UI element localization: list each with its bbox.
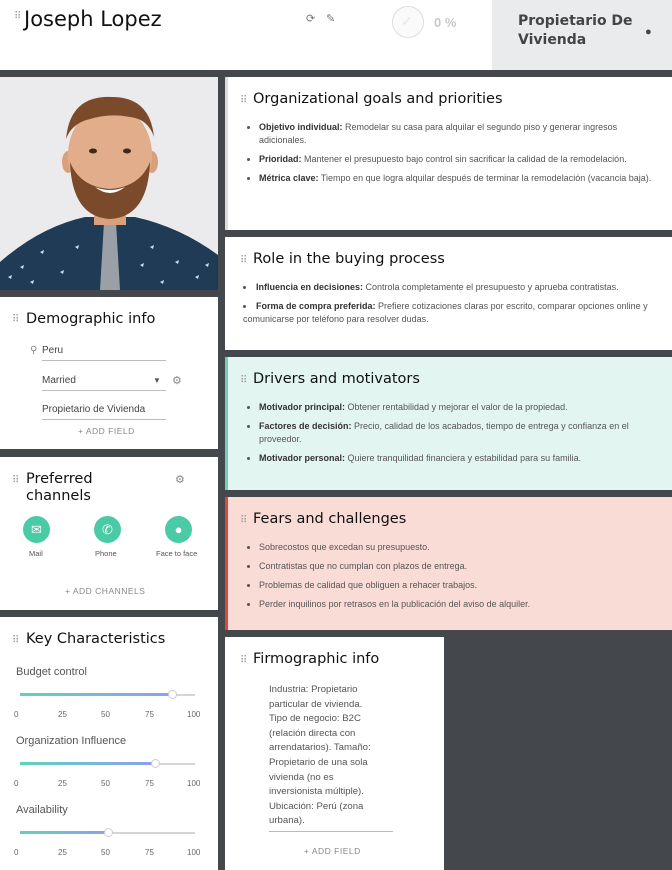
check-icon: ✓ [401,13,413,29]
persona-name[interactable]: Joseph Lopez [24,7,162,31]
gear-icon[interactable]: ⚙ [172,374,182,387]
add-channels-button[interactable]: + ADD CHANNELS [65,586,145,596]
channel-label-phone: Phone [95,549,117,558]
drag-handle-icon[interactable]: ⠿ [240,255,247,266]
persona-photo[interactable] [0,77,218,290]
drivers-list: Motivador principal: Obtener rentabilida… [259,401,654,471]
drag-handle-icon[interactable]: ⠿ [240,95,247,106]
tick-label: 50 [101,848,110,857]
list-item: Forma de compra preferida: Prefiere coti… [243,300,668,326]
slider-handle[interactable] [104,828,113,837]
tick-label: 100 [187,848,201,857]
section-title: Demographic info [26,311,156,327]
goals-list: Objetivo individual: Remodelar su casa p… [259,121,654,191]
role-label: Propietario De Vivienda [518,13,633,48]
fears-card: ⠿ Fears and challenges Sobrecostos que e… [225,497,672,630]
slider-label: Availability [16,804,68,816]
buying-list: Influencia en decisiones: Controla compl… [243,281,668,332]
refresh-icon[interactable]: ⟳ [306,12,315,25]
slider-fill [20,762,155,765]
phone-icon[interactable]: ✆ [94,516,121,543]
tick-label: 50 [101,779,110,788]
drag-handle-icon[interactable]: ⠿ [12,635,19,646]
tick-label: 100 [187,710,201,719]
list-item: Influencia en decisiones: Controla compl… [243,281,668,294]
tick-label: 75 [145,779,154,788]
gear-icon[interactable]: ⚙ [175,473,185,486]
section-title: Key Characteristics [26,631,166,647]
section-title: Preferred channels [26,471,93,504]
drag-handle-icon[interactable]: ⠿ [240,375,247,386]
channel-label-face-to-face: Face to face [156,549,198,558]
progress-percent: 0 % [434,15,457,30]
slider-handle[interactable] [151,759,160,768]
tick-label: 50 [101,710,110,719]
section-title: Role in the buying process [253,251,445,267]
tick-label: 0 [14,710,19,719]
list-item: Objetivo individual: Remodelar su casa p… [259,121,654,147]
tick-label: 25 [58,779,67,788]
list-item: Factores de decisión: Precio, calidad de… [259,420,654,446]
list-item: Prioridad: Mantener el presupuesto bajo … [259,153,654,166]
list-item: Sobrecostos que excedan su presupuesto. [259,541,654,554]
list-item: Problemas de calidad que obliguen a reha… [259,579,654,592]
slider-label: Organization Influence [16,735,127,747]
chevron-down-icon[interactable]: ▼ [153,376,161,385]
firmographic-text[interactable]: Industria: Propietario particular de viv… [269,683,379,829]
list-item: Métrica clave: Tiempo en que logra alqui… [259,172,654,185]
avatar [0,77,218,290]
channel-label-mail: Mail [29,549,43,558]
channels-card: ⠿ Preferred channels ⚙ ✉ Mail ✆ Phone ● … [0,457,218,610]
pencil-icon[interactable]: ✎ [326,12,335,25]
tick-label: 0 [14,848,19,857]
drag-handle-icon[interactable]: ⠿ [240,655,247,666]
slider-handle[interactable] [168,690,177,699]
location-pin-icon: ⚲ [30,345,38,356]
tick-label: 0 [14,779,19,788]
demographic-card: ⠿ Demographic info ⚲ Peru Married ▼ ⚙ Pr… [0,297,218,449]
buying-process-card: ⠿ Role in the buying process Influencia … [225,237,672,350]
drag-handle-icon[interactable]: ⠿ [240,515,247,526]
marital-status-value: Married [42,375,76,386]
add-field-button[interactable]: + ADD FIELD [78,426,135,436]
drag-handle-icon[interactable]: ⠿ [12,314,19,325]
section-title: Fears and challenges [253,511,407,527]
list-item: Perder inquilinos por retrasos en la pub… [259,598,654,611]
mail-icon[interactable]: ✉ [23,516,50,543]
list-item: Motivador principal: Obtener rentabilida… [259,401,654,414]
section-title: Organizational goals and priorities [253,91,503,107]
slider-fill [20,831,108,834]
tick-label: 75 [145,848,154,857]
fears-list: Sobrecostos que excedan su presupuesto. … [259,541,654,617]
drag-handle-icon[interactable]: ⠿ [12,475,19,486]
list-item: Motivador personal: Quiere tranquilidad … [259,452,654,465]
slider-fill [20,693,172,696]
list-item: Contratistas que no cumplan con plazos d… [259,560,654,573]
firmographic-card: ⠿ Firmographic info Industria: Propietar… [225,637,444,870]
tick-label: 25 [58,710,67,719]
location-field[interactable]: Peru [42,345,166,361]
marital-status-select[interactable]: Married ▼ [42,375,166,391]
drivers-card: ⠿ Drivers and motivators Motivador princ… [225,357,672,490]
person-icon[interactable]: ● [165,516,192,543]
occupation-field[interactable]: Propietario de Vivienda [42,404,166,420]
add-field-button[interactable]: + ADD FIELD [304,846,361,856]
key-characteristics-card: ⠿ Key Characteristics Budget control 0 25 5… [0,617,218,870]
lightbulb-icon[interactable]: ● [645,26,652,38]
divider [269,831,393,832]
tick-label: 25 [58,848,67,857]
section-title: Drivers and motivators [253,371,420,387]
slider-label: Budget control [16,666,87,678]
goals-card: ⠿ Organizational goals and priorities Ob… [225,77,672,230]
tick-label: 100 [187,779,201,788]
section-title: Firmographic info [253,651,380,667]
drag-handle-icon[interactable]: ⠿ [14,11,21,22]
tick-label: 75 [145,710,154,719]
